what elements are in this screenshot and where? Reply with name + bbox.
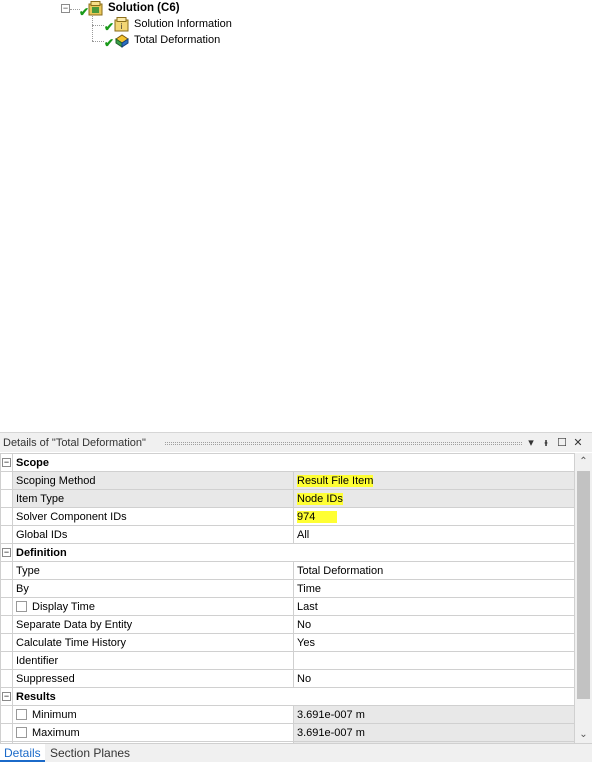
table-row[interactable]: Display Time Last [0, 597, 575, 616]
tab-details[interactable]: Details [0, 744, 45, 762]
row-label: Display Time [32, 600, 95, 613]
table-row[interactable]: Separate Data by Entity No [0, 615, 575, 634]
details-title: Details of "Total Deformation" [3, 437, 146, 449]
row-label: Item Type [12, 489, 294, 508]
table-row[interactable]: Maximum 3.691e-007 m [0, 723, 575, 742]
section-scope[interactable]: − Scope [0, 453, 575, 472]
bottom-tabs: Details Section Planes [0, 743, 592, 762]
scroll-down-icon[interactable]: ⌄ [575, 726, 592, 743]
display-time-value[interactable]: Last [293, 597, 575, 616]
minimum-checkbox[interactable] [16, 708, 27, 720]
scoping-method-value[interactable]: Result File Item [297, 474, 374, 487]
table-row[interactable]: Item Type Node IDs [0, 489, 575, 508]
row-label: Minimum [32, 708, 77, 721]
row-label: Scoping Method [12, 471, 294, 490]
table-row[interactable]: By Time [0, 579, 575, 598]
total-deformation-icon [115, 34, 129, 48]
table-row[interactable]: Suppressed No [0, 669, 575, 688]
row-label: Calculate Time History [12, 633, 294, 652]
maximum-value: 3.691e-007 m [293, 723, 575, 742]
table-row[interactable]: Minimum 3.691e-007 m [0, 705, 575, 724]
by-value[interactable]: Time [293, 579, 575, 598]
row-label: Identifier [12, 651, 294, 670]
tree-connector [92, 25, 104, 26]
separate-data-value[interactable]: No [293, 615, 575, 634]
dropdown-arrow-icon[interactable]: ▾ [524, 435, 538, 451]
title-grip [165, 442, 522, 445]
table-row[interactable]: Global IDs All [0, 525, 575, 544]
outline-tree: − ✔ Solution (C6) ✔ i Solution Informati… [0, 0, 598, 432]
type-value[interactable]: Total Deformation [293, 561, 575, 580]
details-panel: Details of "Total Deformation" ▾ ᵼ ☐ ✕ −… [0, 432, 598, 762]
tree-item-total-deformation[interactable]: Total Deformation [134, 34, 220, 46]
check-icon: ✔ [104, 20, 115, 34]
item-type-value[interactable]: Node IDs [297, 492, 343, 505]
tree-item-solution-information[interactable]: Solution Information [134, 18, 232, 30]
calc-time-history-value[interactable]: Yes [293, 633, 575, 652]
tree-item-solution[interactable]: Solution (C6) [108, 2, 180, 14]
maximum-checkbox[interactable] [16, 726, 27, 738]
table-row[interactable]: Scoping Method Result File Item [0, 471, 575, 490]
section-results[interactable]: − Results [0, 687, 575, 706]
svg-text:i: i [121, 22, 123, 31]
table-row[interactable]: Identifier [0, 651, 575, 670]
scroll-thumb[interactable] [577, 471, 590, 699]
global-ids-value[interactable]: All [293, 525, 575, 544]
tree-connector [92, 41, 104, 42]
collapse-icon[interactable]: − [61, 4, 70, 13]
row-label: Separate Data by Entity [12, 615, 294, 634]
suppressed-value[interactable]: No [293, 669, 575, 688]
details-grid: − Scope Scoping Method Result File Item … [0, 453, 592, 743]
details-title-bar: Details of "Total Deformation" ▾ ᵼ ☐ ✕ [0, 432, 592, 452]
table-row[interactable]: Calculate Time History Yes [0, 633, 575, 652]
row-label: Maximum [32, 726, 80, 739]
check-icon: ✔ [104, 36, 115, 50]
row-label: Type [12, 561, 294, 580]
solver-component-ids-value[interactable]: 974 [297, 510, 338, 523]
close-icon[interactable]: ✕ [571, 435, 585, 451]
maximize-icon[interactable]: ☐ [555, 435, 569, 451]
table-row[interactable]: Type Total Deformation [0, 561, 575, 580]
display-time-checkbox[interactable] [16, 600, 27, 612]
section-label: Results [12, 687, 575, 706]
section-definition[interactable]: − Definition [0, 543, 575, 562]
identifier-value[interactable] [293, 651, 575, 670]
solution-icon [88, 1, 103, 16]
collapse-icon[interactable]: − [2, 548, 11, 557]
collapse-icon[interactable]: − [2, 458, 11, 467]
vertical-scrollbar[interactable]: ⌃ ⌄ [575, 453, 592, 743]
solution-information-icon: i [114, 17, 129, 32]
row-label: By [12, 579, 294, 598]
scroll-up-icon[interactable]: ⌃ [575, 453, 592, 470]
tree-connector [92, 16, 93, 41]
row-label: Solver Component IDs [12, 507, 294, 526]
row-label: Global IDs [12, 525, 294, 544]
section-label: Scope [12, 453, 575, 472]
tab-section-planes[interactable]: Section Planes [46, 744, 134, 762]
collapse-icon[interactable]: − [2, 692, 11, 701]
table-row[interactable]: Solver Component IDs 974 [0, 507, 575, 526]
section-label: Definition [12, 543, 575, 562]
minimum-value: 3.691e-007 m [293, 705, 575, 724]
pin-icon[interactable]: ᵼ [539, 435, 553, 451]
row-label: Suppressed [12, 669, 294, 688]
